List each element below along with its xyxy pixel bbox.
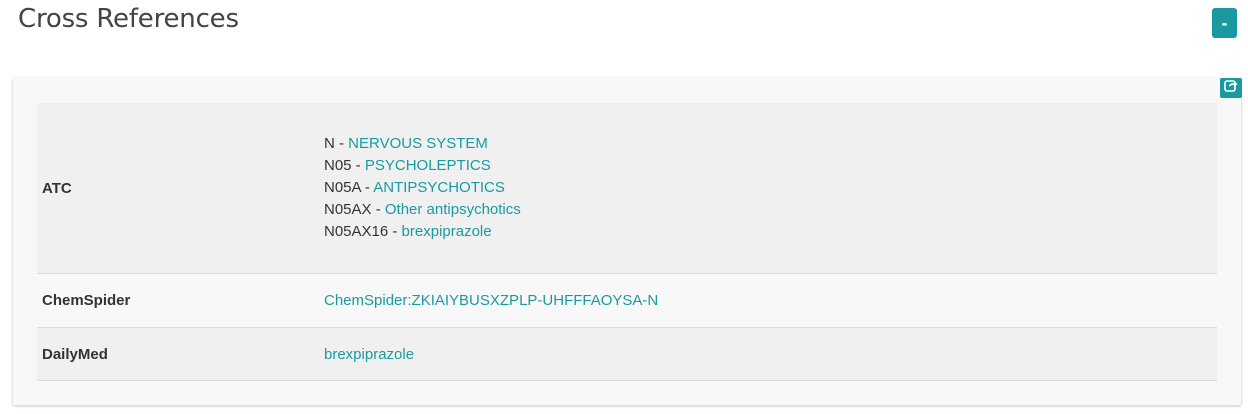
atc-link-other-antipsychotics[interactable]: Other antipsychotics [385,201,521,218]
chemspider-value: ChemSpider:ZKIAIYBUSXZPLP-UHFFFAOYSA-N [324,273,1217,328]
collapse-button[interactable]: - [1212,8,1237,38]
section-title: Cross References [18,4,239,34]
chemspider-label: ChemSpider [37,273,324,328]
atc-link-antipsychotics[interactable]: ANTIPSYCHOTICS [373,179,505,196]
chemspider-link[interactable]: ChemSpider:ZKIAIYBUSXZPLP-UHFFFAOYSA-N [324,292,658,309]
atc-item: N - NERVOUS SYSTEM [324,133,1217,155]
atc-code: N05AX - [324,201,385,218]
atc-link-nervous-system[interactable]: NERVOUS SYSTEM [348,135,488,152]
dailymed-value: brexpiprazole [324,327,1217,381]
share-icon [1224,79,1238,97]
atc-link-brexpiprazole[interactable]: brexpiprazole [402,223,492,240]
atc-item: N05AX16 - brexpiprazole [324,221,1217,243]
cross-references-section: Cross References - ATC N - NERVOUS SYSTE… [0,0,1248,414]
atc-code: N05A - [324,179,374,196]
cross-references-table: ATC N - NERVOUS SYSTEM N05 - PSYCHOLEPTI… [37,103,1217,381]
atc-link-psycholeptics[interactable]: PSYCHOLEPTICS [365,157,491,174]
table-row-chemspider: ChemSpider ChemSpider:ZKIAIYBUSXZPLP-UHF… [37,273,1217,328]
atc-label: ATC [37,103,324,274]
atc-code: N - [324,135,349,152]
table-row-atc: ATC N - NERVOUS SYSTEM N05 - PSYCHOLEPTI… [37,103,1217,274]
dailymed-link[interactable]: brexpiprazole [324,346,414,363]
atc-item: N05AX - Other antipsychotics [324,199,1217,221]
atc-item: N05A - ANTIPSYCHOTICS [324,177,1217,199]
atc-code: N05 - [324,157,365,174]
share-button[interactable] [1220,78,1242,98]
atc-code: N05AX16 - [324,223,402,240]
atc-item: N05 - PSYCHOLEPTICS [324,155,1217,177]
atc-values: N - NERVOUS SYSTEM N05 - PSYCHOLEPTICS N… [324,103,1217,274]
dailymed-label: DailyMed [37,327,324,381]
table-row-dailymed: DailyMed brexpiprazole [37,327,1217,381]
